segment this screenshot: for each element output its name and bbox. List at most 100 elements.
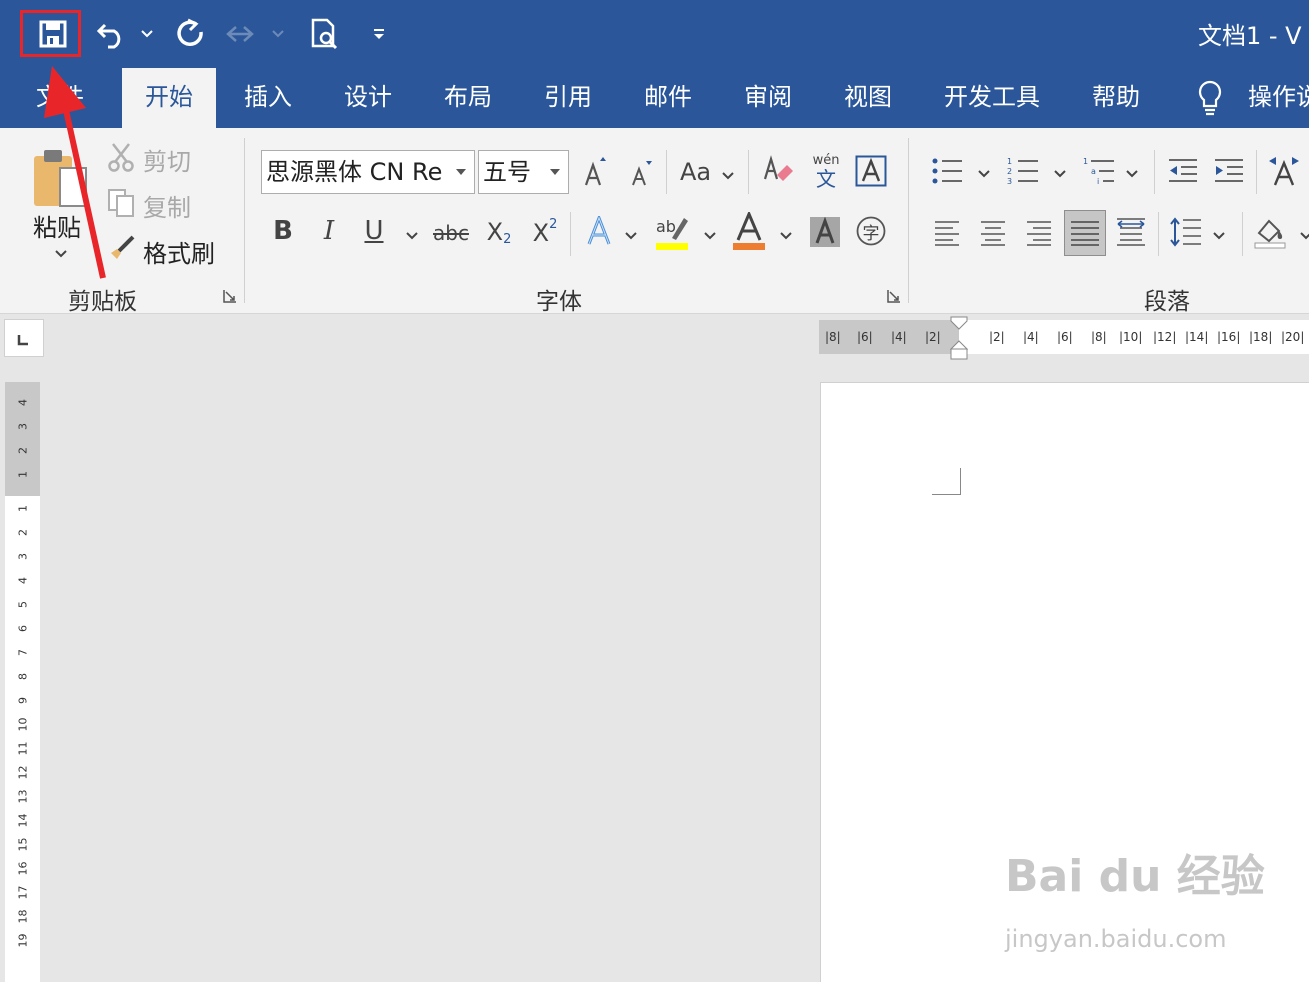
print-preview-button[interactable]	[306, 14, 342, 54]
tab-layout[interactable]: 布局	[444, 68, 492, 128]
chinese-layout-button[interactable]	[1266, 154, 1302, 188]
touch-mode-button[interactable]	[222, 14, 258, 54]
numbering-button[interactable]: 1 2 3	[1006, 154, 1040, 188]
change-case-button[interactable]: Aa	[680, 158, 711, 186]
ruler-number: 19	[16, 933, 30, 948]
shrink-font-icon	[632, 161, 652, 186]
font-color-button[interactable]	[732, 212, 766, 252]
chevron-down-icon[interactable]	[780, 232, 792, 240]
shading-button[interactable]	[1252, 214, 1290, 250]
group-separator	[244, 138, 245, 303]
touch-mode-dropdown[interactable]	[270, 14, 286, 54]
font-size-value: 五号	[483, 158, 531, 186]
bullets-button[interactable]	[930, 154, 964, 188]
word-window: 文档1 - V 文件 开始 插入 设计 布局 引用 邮件 审阅 视图 开发工具 …	[0, 0, 1309, 982]
format-painter-button[interactable]	[106, 234, 136, 264]
character-shading-button[interactable]	[810, 216, 840, 248]
ruler-number: |12|	[1153, 330, 1177, 344]
character-shading-icon	[810, 217, 840, 247]
chevron-down-icon[interactable]	[1300, 232, 1309, 240]
tab-insert[interactable]: 插入	[244, 68, 292, 128]
tab-home[interactable]: 开始	[122, 68, 216, 128]
ruler-number: |6|	[857, 330, 873, 344]
paragraph-group-label: 段落	[1144, 289, 1190, 315]
multilevel-list-button[interactable]: 1 a i	[1082, 154, 1116, 188]
superscript-mark: 2	[549, 216, 558, 232]
cut-label[interactable]: 剪切	[143, 142, 191, 177]
text-effects-button[interactable]	[584, 214, 614, 248]
line-spacing-button[interactable]	[1168, 214, 1204, 250]
chevron-down-icon[interactable]	[1213, 232, 1225, 240]
distributed-button[interactable]	[1114, 214, 1148, 250]
dialog-launcher-icon[interactable]	[222, 288, 238, 304]
chevron-down-icon[interactable]	[704, 232, 716, 240]
grow-font-button[interactable]	[580, 154, 610, 188]
subscript-button[interactable]: X2	[484, 214, 514, 250]
tab-design[interactable]: 设计	[344, 68, 392, 128]
enclose-characters-button[interactable]: 字	[854, 214, 888, 248]
align-left-button[interactable]	[930, 216, 964, 250]
tab-view[interactable]: 视图	[844, 68, 892, 128]
tab-selector[interactable]	[4, 319, 44, 357]
tab-help[interactable]: 帮助	[1092, 68, 1140, 128]
vertical-ruler[interactable]: 4 3 2 1 1 2 3 4 5 6 7 8 9 10 11 12 13 14 15 16 17 18 19	[5, 382, 40, 982]
chevron-down-icon[interactable]	[1126, 170, 1138, 178]
svg-text:3: 3	[1007, 177, 1012, 186]
font-size-combobox[interactable]: 五号	[478, 150, 569, 194]
justify-button[interactable]	[1064, 210, 1106, 256]
redo-button[interactable]	[172, 14, 208, 54]
undo-dropdown[interactable]	[138, 14, 156, 54]
tab-developer[interactable]: 开发工具	[944, 68, 1040, 128]
undo-button[interactable]	[94, 14, 130, 54]
underline-button[interactable]: U	[360, 214, 388, 248]
copy-button[interactable]	[106, 188, 136, 218]
chevron-down-icon	[141, 30, 153, 38]
lightbulb-icon[interactable]	[1196, 80, 1224, 116]
shrink-font-button[interactable]	[626, 158, 656, 188]
format-painter-label[interactable]: 格式刷	[143, 234, 215, 269]
tab-file[interactable]: 文件	[36, 68, 84, 128]
ruler-number: |18|	[1249, 330, 1273, 344]
clear-formatting-button[interactable]	[760, 152, 796, 188]
align-right-button[interactable]	[1022, 216, 1056, 250]
svg-text:2: 2	[1007, 167, 1012, 176]
superscript-x: X	[532, 219, 550, 247]
chevron-down-icon[interactable]	[978, 170, 990, 178]
chevron-down-icon[interactable]	[1054, 170, 1066, 178]
highlight-button[interactable]: ab	[654, 212, 690, 252]
horizontal-ruler[interactable]: |8| |6| |4| |2| |2| |4| |6| |8| |10| |12| |14| |16|…	[819, 316, 1309, 360]
tab-mailings[interactable]: 邮件	[644, 68, 692, 128]
distributed-icon	[1117, 218, 1145, 246]
ruler-number: 2	[16, 447, 30, 454]
increase-indent-button[interactable]	[1212, 156, 1246, 186]
chevron-down-icon[interactable]	[406, 232, 418, 240]
dialog-launcher-icon[interactable]	[886, 288, 902, 304]
indent-marker-icon[interactable]	[950, 316, 968, 362]
cut-button[interactable]	[106, 142, 136, 172]
character-border-button[interactable]	[854, 154, 888, 188]
align-center-button[interactable]	[976, 216, 1010, 250]
copy-label[interactable]: 复制	[143, 188, 191, 223]
chevron-down-icon[interactable]	[625, 232, 637, 240]
tab-references[interactable]: 引用	[544, 68, 592, 128]
chevron-down-icon[interactable]	[722, 172, 734, 180]
bold-button[interactable]: B	[270, 214, 296, 248]
customize-qat-button[interactable]	[370, 14, 388, 54]
paste-icon	[34, 150, 87, 207]
numbering-icon: 1 2 3	[1007, 157, 1038, 186]
strikethrough-button[interactable]: abc	[432, 216, 470, 250]
phonetic-guide-button[interactable]: wén 文	[808, 152, 844, 192]
tell-me-search[interactable]: 操作说	[1248, 68, 1309, 128]
font-name-combobox[interactable]: 思源黑体 CN Re	[261, 150, 475, 194]
decrease-indent-button[interactable]	[1166, 156, 1200, 186]
chevron-down-icon[interactable]	[55, 250, 67, 258]
separator	[748, 150, 749, 194]
superscript-button[interactable]: X2	[530, 212, 560, 248]
paste-label[interactable]: 粘贴	[33, 208, 81, 243]
paste-button[interactable]	[28, 140, 88, 214]
tab-review[interactable]: 审阅	[744, 68, 792, 128]
italic-button[interactable]: I	[316, 214, 342, 248]
ruler-number: 13	[16, 789, 30, 804]
ruler-number: |8|	[825, 330, 841, 344]
ruler-number: 6	[16, 625, 30, 632]
